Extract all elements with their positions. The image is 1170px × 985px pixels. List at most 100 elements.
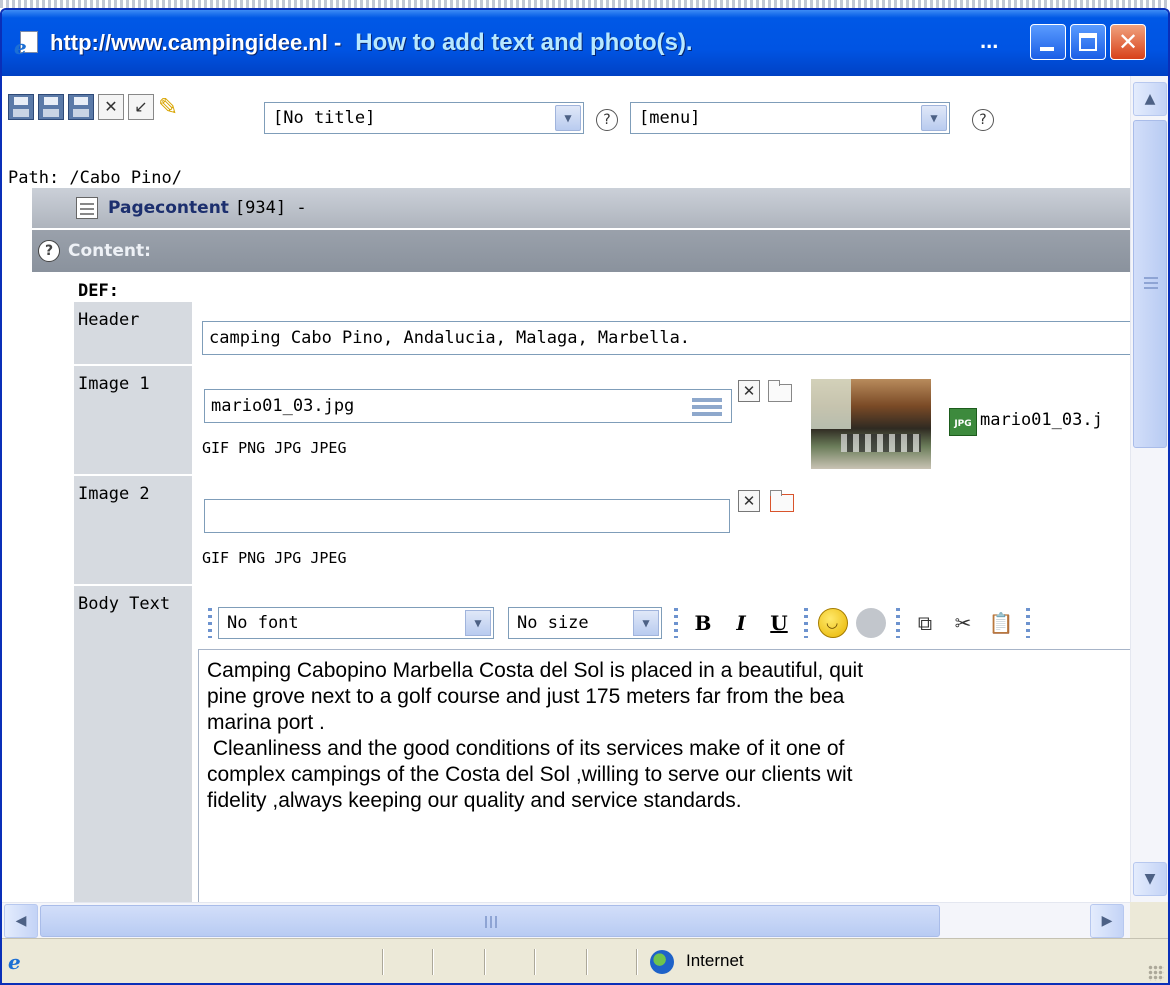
cut-icon[interactable]: ✂ [948, 609, 978, 637]
breadcrumb: Path: /Cabo Pino/ [8, 168, 182, 188]
help-icon[interactable]: ? [972, 109, 994, 131]
toolbar-grip[interactable] [1026, 608, 1030, 638]
pagecontent-id: [934] - [234, 198, 307, 218]
save-icon[interactable] [8, 94, 34, 120]
jpg-file-icon: JPG [949, 408, 977, 436]
italic-button[interactable]: I [726, 611, 756, 635]
body-line: fidelity ,always keeping our quality and… [207, 789, 742, 812]
image1-field[interactable]: mario01_03.jpg [204, 389, 732, 423]
image1-types: GIF PNG JPG JPEG [202, 439, 347, 457]
header-label-text: Header [78, 310, 140, 330]
status-separator [534, 949, 536, 975]
ie-icon: e [8, 950, 21, 974]
close-button[interactable]: ✕ [1110, 24, 1146, 60]
title-select[interactable]: [No title] ▼ [264, 102, 584, 134]
page-content: ✕ ↙ ✎ [No title] ▼ ? [menu] ▼ ? Path: /C… [2, 76, 1130, 902]
help-icon[interactable]: ? [596, 109, 618, 131]
scrollbar-corner [1130, 902, 1168, 938]
desktop-border [0, 0, 1170, 8]
scroll-right-button[interactable]: ▶ [1090, 904, 1124, 938]
content-section-label: Content: [68, 241, 151, 261]
horizontal-scroll-thumb[interactable] [40, 905, 940, 937]
link-icon[interactable] [856, 608, 886, 638]
body-line: marina port . [207, 711, 325, 734]
minimize-icon [1040, 47, 1054, 51]
image2-label-text: Image 2 [78, 484, 150, 504]
title-bar[interactable]: e http://www.campingidee.nl - How to add… [2, 10, 1168, 76]
status-separator [382, 949, 384, 975]
title-url: http://www.campingidee.nl - [50, 30, 342, 55]
undo-icon[interactable]: ↙ [128, 94, 154, 120]
size-select-value: No size [517, 613, 589, 633]
chevron-down-icon[interactable]: ▼ [921, 105, 947, 131]
content-section-bar: ? Content: [32, 230, 1130, 272]
help-icon[interactable]: ? [38, 240, 60, 262]
list-icon[interactable] [692, 398, 722, 418]
image2-types: GIF PNG JPG JPEG [202, 549, 347, 567]
maximize-button[interactable] [1070, 24, 1106, 60]
toolbar-grip[interactable] [674, 608, 678, 638]
paste-icon[interactable]: 📋 [986, 609, 1016, 637]
folder-icon[interactable] [768, 380, 792, 402]
font-select-value: No font [227, 613, 299, 633]
body-line: pine grove next to a golf course and jus… [207, 685, 845, 708]
bold-button[interactable]: B [688, 611, 718, 635]
globe-icon [650, 950, 674, 974]
ie-icon: e [14, 29, 42, 59]
image1-file-link[interactable]: mario01_03.j [980, 410, 1103, 430]
image2-label: Image 2 [74, 476, 192, 584]
status-separator [586, 949, 588, 975]
browse-icon[interactable] [770, 490, 794, 512]
save-view-icon[interactable] [38, 94, 64, 120]
browser-window: e http://www.campingidee.nl - How to add… [0, 8, 1170, 985]
image2-field[interactable] [204, 499, 730, 533]
underline-button[interactable]: U [764, 611, 794, 635]
security-zone: Internet [686, 951, 744, 970]
smiley-icon[interactable] [818, 608, 848, 638]
title-ellipsis: ... [980, 28, 999, 53]
chevron-down-icon[interactable]: ▼ [555, 105, 581, 131]
body-line: complex campings of the Costa del Sol ,w… [207, 763, 853, 786]
chevron-down-icon[interactable]: ▼ [633, 610, 659, 636]
delete-icon[interactable]: ✕ [738, 380, 760, 402]
pencil-icon[interactable]: ✎ [158, 94, 184, 120]
minimize-button[interactable] [1030, 24, 1066, 60]
body-text-editor[interactable]: Camping Cabopino Marbella Costa del Sol … [198, 649, 1130, 902]
horizontal-scrollbar[interactable]: ◀ ▶ [2, 902, 1130, 938]
size-select[interactable]: No size ▼ [508, 607, 662, 639]
status-separator [484, 949, 486, 975]
pagecontent-link[interactable]: Pagecontent [108, 198, 229, 218]
window-title: How to add text and photo(s). [355, 29, 693, 56]
toolbar-grip[interactable] [896, 608, 900, 638]
maximize-icon [1079, 33, 1097, 51]
save-close-icon[interactable] [68, 94, 94, 120]
status-separator [432, 949, 434, 975]
def-label: DEF: [78, 281, 119, 301]
toolbar-grip[interactable] [208, 608, 212, 638]
status-bar: e Internet [2, 938, 1168, 983]
chevron-down-icon[interactable]: ▼ [465, 610, 491, 636]
header-label: Header [74, 302, 192, 364]
vertical-scroll-thumb[interactable] [1133, 120, 1167, 448]
scroll-down-button[interactable]: ▼ [1133, 862, 1167, 896]
font-select[interactable]: No font ▼ [218, 607, 494, 639]
body-text-label-text: Body Text [78, 594, 171, 614]
menu-select[interactable]: [menu] ▼ [630, 102, 950, 134]
body-text-label: Body Text [74, 586, 192, 902]
header-field[interactable]: camping Cabo Pino, Andalucia, Malaga, Ma… [202, 321, 1130, 355]
menu-select-value: [menu] [639, 108, 701, 128]
scroll-up-button[interactable]: ▲ [1133, 82, 1167, 116]
body-line: Cleanliness and the good conditions of i… [207, 737, 845, 760]
vertical-scrollbar[interactable]: ▲ ▼ [1130, 76, 1168, 902]
editor-toolbar: ✕ ↙ ✎ [8, 90, 188, 124]
body-line: Camping Cabopino Marbella Costa del Sol … [207, 659, 864, 682]
scroll-left-button[interactable]: ◀ [4, 904, 38, 938]
close-doc-icon[interactable]: ✕ [98, 94, 124, 120]
delete-icon[interactable]: ✕ [738, 490, 760, 512]
toolbar-grip[interactable] [804, 608, 808, 638]
title-select-value: [No title] [273, 108, 376, 128]
copy-icon[interactable]: ⧉ [910, 609, 940, 637]
resize-grip[interactable] [1148, 965, 1164, 981]
document-icon [76, 197, 98, 219]
status-separator [636, 949, 638, 975]
